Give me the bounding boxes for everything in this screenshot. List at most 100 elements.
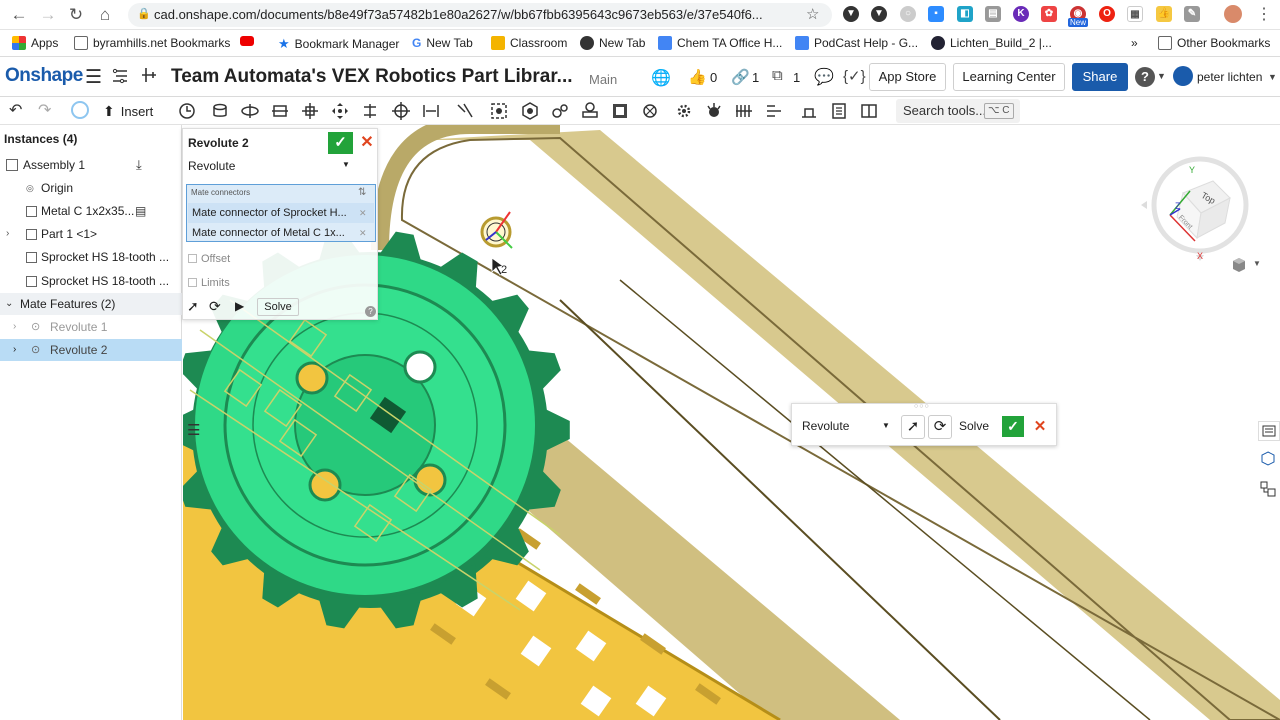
thumb-extension-icon[interactable]: 👍 [1156, 6, 1172, 22]
bookmark-classroom[interactable]: Classroom [491, 36, 567, 50]
extensions-puzzle-icon[interactable]: ✎ [1184, 6, 1200, 22]
search-tools-input[interactable]: Search tools... ⌥ C [896, 99, 1020, 123]
bom-panel-icon[interactable] [1258, 479, 1280, 499]
other-bookmarks[interactable]: Other Bookmarks [1158, 36, 1270, 50]
zoom-extension-icon[interactable]: ▪ [928, 6, 944, 22]
featurescript-icon[interactable]: {✓} [843, 67, 866, 85]
hamburger-menu-icon[interactable]: ☰ [85, 66, 102, 89]
pattern-icon[interactable] [704, 101, 724, 121]
reorient-secondary-axis-icon[interactable]: ⟳ [209, 298, 221, 315]
mini-reorient-icon[interactable]: ⟳ [928, 415, 952, 439]
like-icon[interactable]: 👍 [688, 68, 707, 86]
flip-primary-axis-icon[interactable]: ➚ [187, 298, 199, 315]
configurations-panel-icon[interactable] [1258, 449, 1280, 469]
branch-label[interactable]: Main [589, 72, 617, 87]
view-options-chevron-icon[interactable]: ▼ [1253, 259, 1261, 268]
regenerate-icon[interactable] [71, 101, 89, 119]
bookmark-byramhills[interactable]: byramhills.net Bookmarks [74, 36, 230, 50]
solve-button[interactable]: Solve [257, 298, 299, 316]
mate-connector-icon[interactable] [489, 101, 509, 121]
mass-properties-icon[interactable] [829, 101, 849, 121]
linear-pattern-icon[interactable] [734, 101, 754, 121]
comments-icon[interactable]: 💬 [814, 67, 834, 87]
screw-relation-icon[interactable] [610, 101, 630, 121]
section-view-icon[interactable] [859, 101, 879, 121]
copy-icon[interactable]: ⧉ [772, 67, 783, 84]
bookmark-new-tab-2[interactable]: New Tab [580, 36, 645, 50]
globe-icon[interactable]: 🌐 [651, 68, 671, 88]
appearance-panel-icon[interactable] [1258, 421, 1280, 441]
extension-screen-icon[interactable]: ◧ [957, 6, 973, 22]
planar-mate-icon[interactable] [300, 101, 320, 121]
offset-checkbox[interactable] [188, 254, 197, 263]
kami-extension-icon[interactable]: K [1013, 6, 1029, 22]
download-icon[interactable]: ⤓ [136, 154, 142, 176]
bookmark-youtube[interactable] [240, 36, 254, 46]
explode-icon[interactable] [764, 101, 784, 121]
accept-check-icon[interactable]: ✓ [328, 132, 353, 154]
clock-icon[interactable] [177, 101, 197, 121]
bookmark-chem-ta[interactable]: Chem TA Office H... [658, 36, 782, 50]
extension-circle-icon[interactable]: ○ [900, 6, 916, 22]
help-icon[interactable]: ? [365, 306, 376, 317]
home-icon[interactable]: ⌂ [94, 4, 116, 26]
mini-accept-check-icon[interactable]: ✓ [1002, 416, 1024, 437]
user-chevron-icon[interactable]: ▼ [1268, 72, 1277, 82]
tree-item-assembly[interactable]: Assembly 1 ⤓ [0, 154, 182, 176]
reload-icon[interactable]: ↻ [65, 4, 87, 26]
rack-pinion-icon[interactable] [580, 101, 600, 121]
extension-image-icon[interactable]: ▤ [985, 6, 1001, 22]
profile-avatar[interactable] [1224, 5, 1242, 23]
bookmark-lichten-build[interactable]: Lichten_Build_2 |... [931, 36, 1052, 50]
measure-icon[interactable] [799, 101, 819, 121]
bookmark-new-tab-1[interactable]: G New Tab [412, 36, 473, 50]
remove-x-icon[interactable]: ✕ [359, 224, 367, 242]
replicate-icon[interactable] [674, 101, 694, 121]
tree-section-mate-features[interactable]: ⌄ Mate Features (2) [0, 293, 182, 315]
extension-grid-icon[interactable]: ▦ [1127, 6, 1143, 22]
tree-item-metal-c[interactable]: Metal C 1x2x35... ▤ [0, 200, 182, 222]
redo-icon[interactable]: ↷ [38, 100, 51, 120]
more-bookmarks[interactable]: » [1131, 36, 1138, 50]
tree-item-sprocket-1[interactable]: Sprocket HS 18-tooth ... [0, 246, 182, 268]
document-title[interactable]: Team Automata's VEX Robotics Part Librar… [171, 66, 573, 88]
mate-connector-item[interactable]: Mate connector of Sprocket H... ✕ [188, 203, 374, 223]
onshape-logo[interactable]: Onshape [5, 65, 83, 87]
forward-icon[interactable]: → [37, 4, 59, 26]
drag-grip-icon[interactable]: ○○○ [914, 403, 930, 410]
feature-list-toggle-icon[interactable]: ☰ [187, 421, 207, 441]
app-store-button[interactable]: App Store [869, 63, 946, 91]
mate-type-select[interactable]: Revolute ▼ [188, 159, 354, 175]
bookmark-apps[interactable]: Apps [12, 36, 58, 50]
swap-icon[interactable]: ⇅ [358, 187, 366, 198]
tree-item-part-1[interactable]: › Part 1 <1> [0, 223, 182, 245]
star-icon[interactable]: ☆ [806, 5, 819, 23]
collapse-chevron-icon[interactable]: ⌄ [5, 293, 13, 315]
expand-chevron-icon[interactable]: › [13, 339, 16, 361]
address-bar[interactable]: 🔒 cad.onshape.com/documents/b8e49f73a574… [128, 3, 832, 27]
link-icon[interactable]: 🔗 [731, 68, 750, 86]
mini-cancel-x-icon[interactable]: ✕ [1030, 416, 1050, 437]
remove-x-icon[interactable]: ✕ [359, 203, 367, 223]
expand-chevron-icon[interactable]: › [6, 223, 9, 245]
bookmark-podcast[interactable]: PodCast Help - G... [795, 36, 918, 50]
cylindrical-mate-icon[interactable] [330, 101, 350, 121]
linear-relation-icon[interactable] [640, 101, 660, 121]
pin-slot-mate-icon[interactable] [360, 101, 380, 121]
limits-checkbox[interactable] [188, 278, 197, 287]
tree-item-revolute-2[interactable]: › ⊙ Revolute 2 [0, 339, 182, 361]
insert-mate-icon[interactable] [140, 66, 158, 84]
bookmark-manager[interactable]: ★ Bookmark Manager [278, 36, 399, 52]
animate-play-icon[interactable]: ▶ [235, 299, 244, 313]
feature-list-toggle-icon[interactable] [111, 67, 129, 85]
mini-mate-type-select[interactable]: Revolute ▼ [802, 416, 894, 436]
slider-mate-icon[interactable] [270, 101, 290, 121]
tangent-mate-icon[interactable] [455, 101, 475, 121]
extension-puzzle-icon[interactable]: ✿ [1041, 6, 1057, 22]
back-icon[interactable]: ← [8, 4, 30, 26]
revolute-mate-icon[interactable] [240, 101, 260, 121]
extension-shield2-icon[interactable]: ▼ [871, 6, 887, 22]
help-icon[interactable]: ? [1135, 67, 1155, 87]
expand-chevron-icon[interactable]: › [13, 316, 16, 338]
mini-flip-axis-icon[interactable]: ➚ [901, 415, 925, 439]
